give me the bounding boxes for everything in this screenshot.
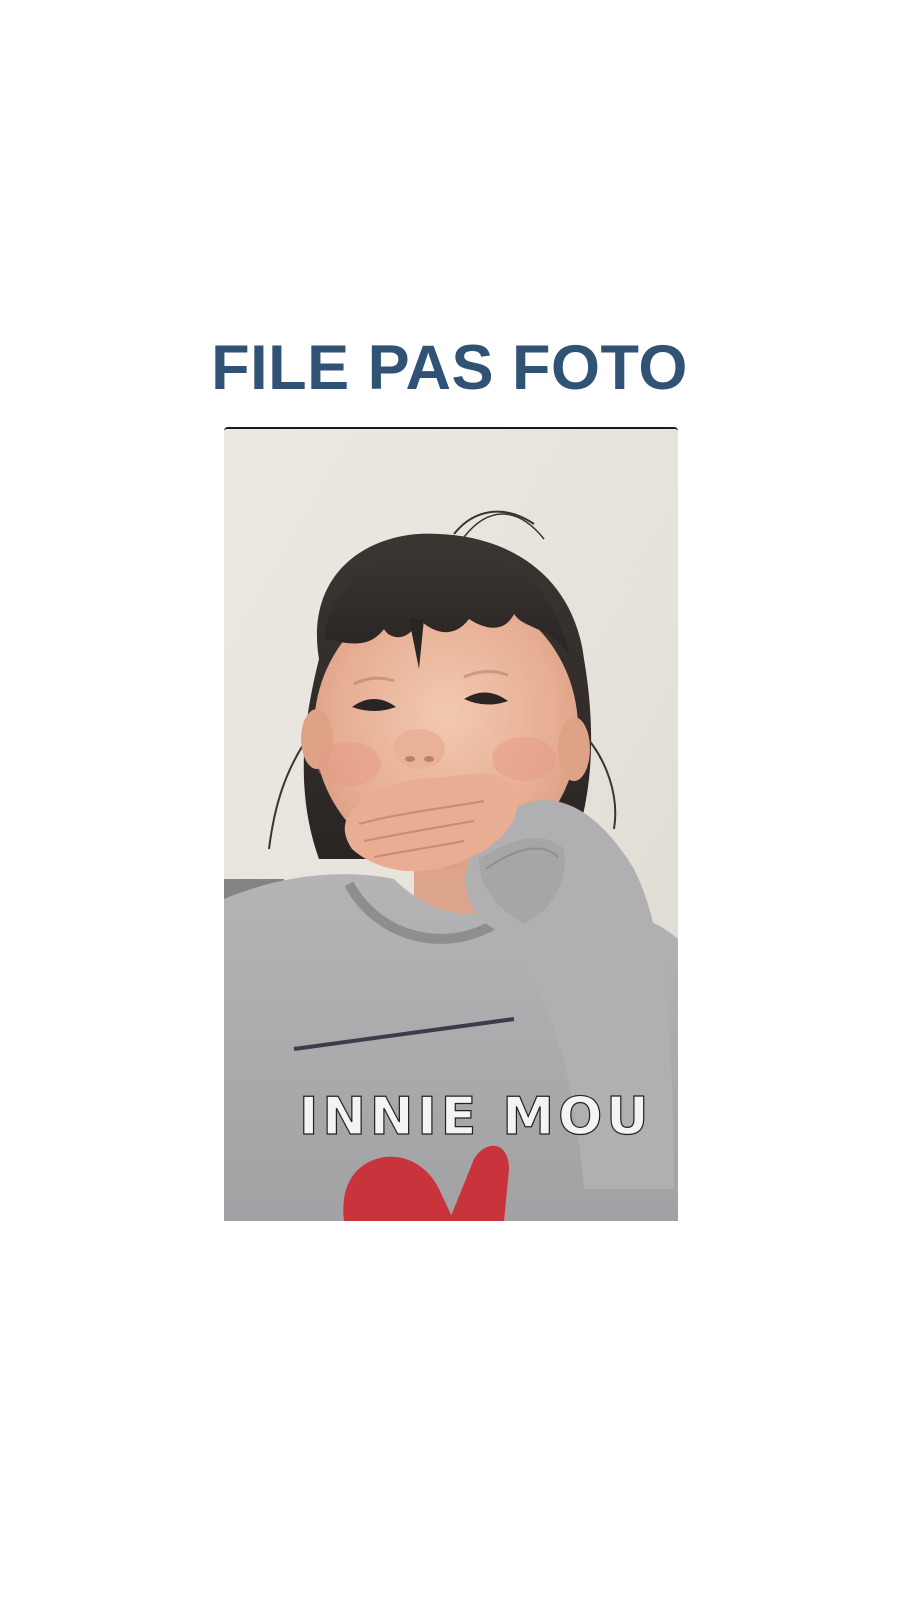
- child-photo[interactable]: INNIE MOU: [224, 427, 678, 1221]
- child-photo-illustration: INNIE MOU: [224, 429, 678, 1221]
- page-title: FILE PAS FOTO: [211, 333, 688, 403]
- shirt-print-text: INNIE MOU: [299, 1087, 653, 1147]
